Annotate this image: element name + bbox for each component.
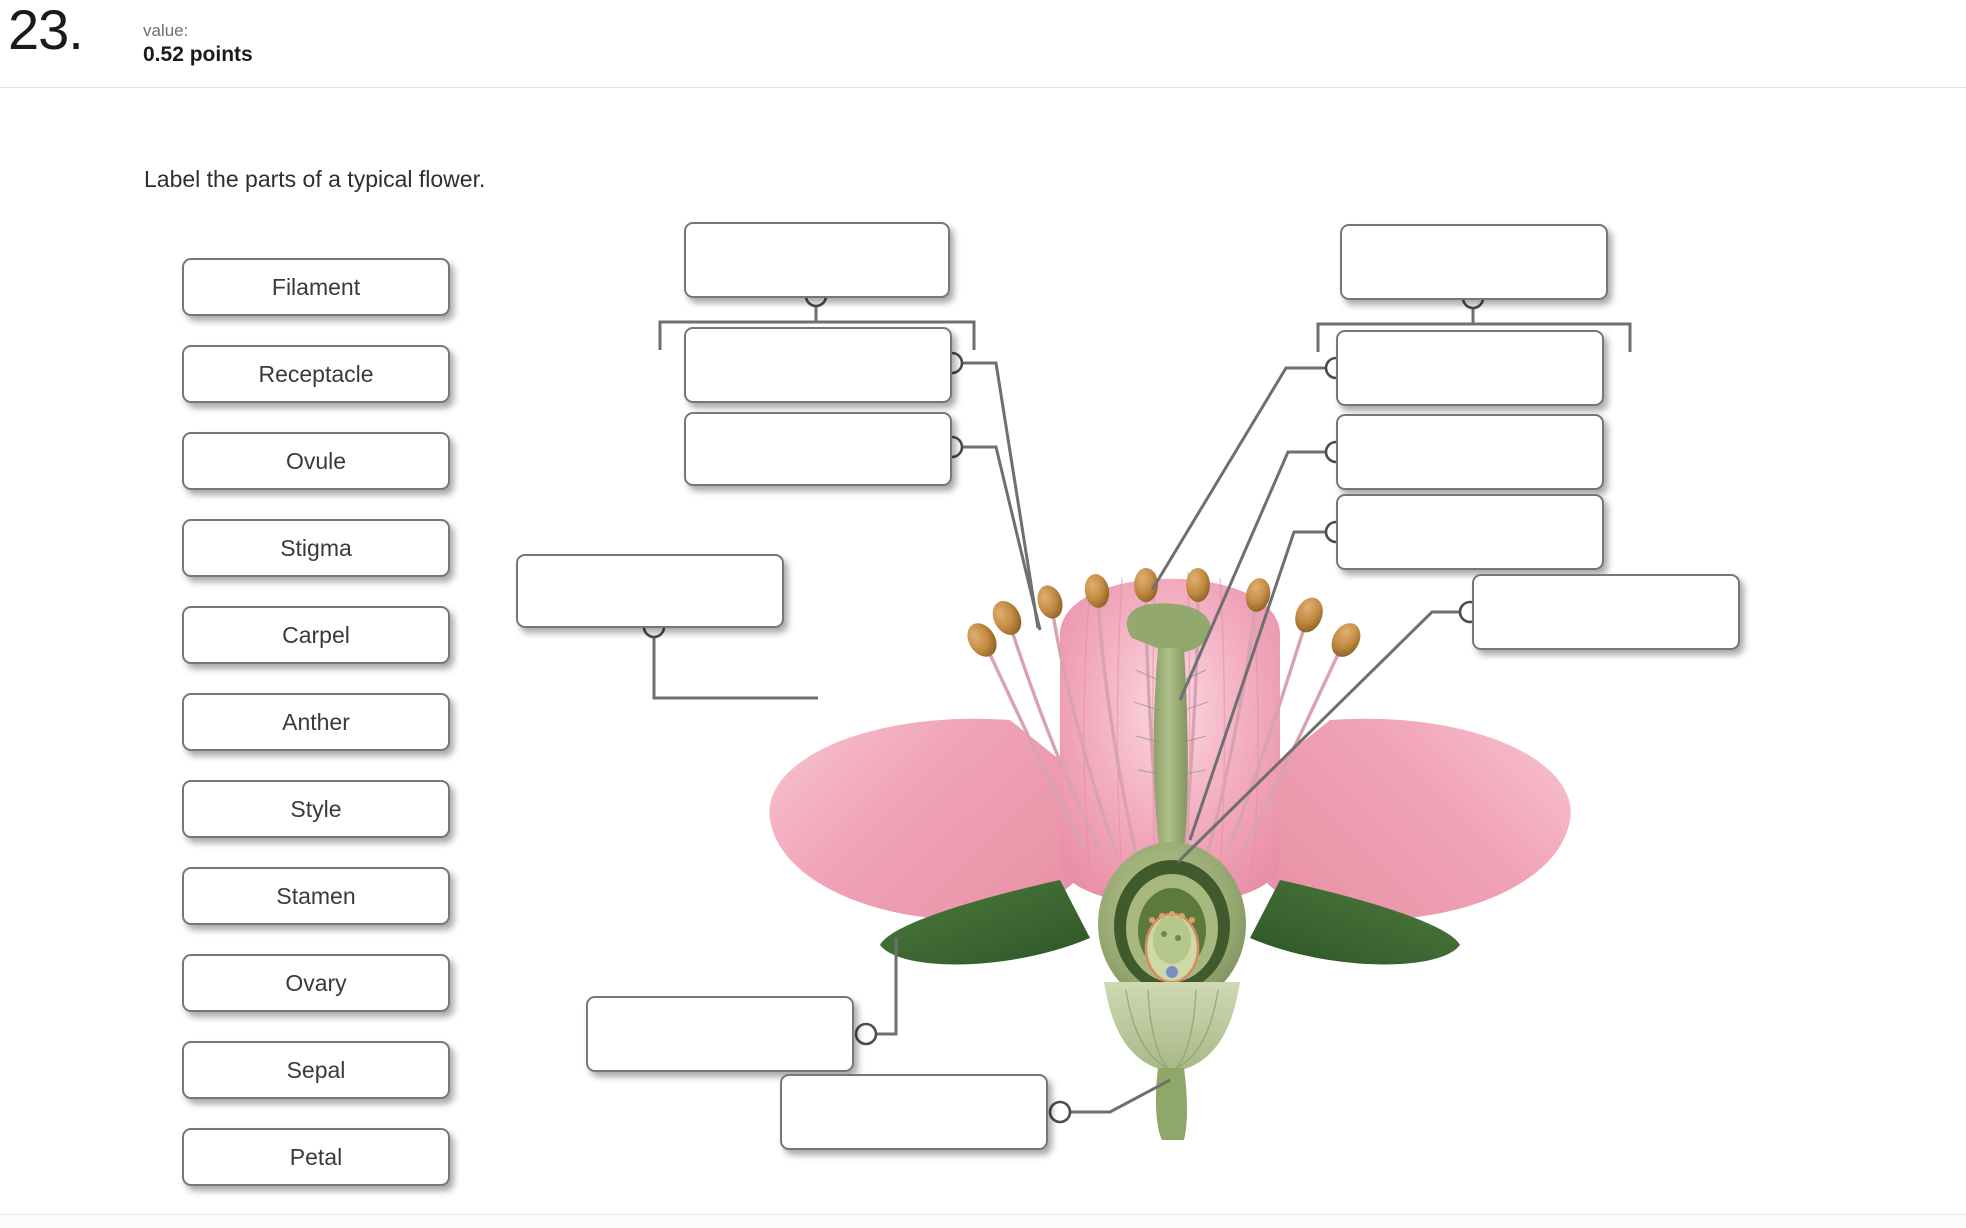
bank-item-style[interactable]: Style xyxy=(182,780,450,838)
bank-item-label: Receptacle xyxy=(258,360,374,387)
bank-item-label: Petal xyxy=(289,1143,343,1170)
value-points: 0.52 points xyxy=(143,43,253,67)
bank-item-label: Anther xyxy=(282,708,350,735)
bank-item-ovule[interactable]: Ovule xyxy=(182,432,450,490)
bank-item-petal[interactable]: Petal xyxy=(182,1128,450,1186)
bank-item-anther[interactable]: Anther xyxy=(182,693,450,751)
bank-item-stigma[interactable]: Stigma xyxy=(182,519,450,577)
footer-strip xyxy=(0,1214,1966,1228)
flower-illustration xyxy=(760,520,1580,1140)
question-header: 23. value: 0.52 points xyxy=(0,0,1966,88)
bank-item-label: Filament xyxy=(271,273,361,300)
bank-item-receptacle[interactable]: Receptacle xyxy=(182,345,450,403)
drop-target-left-petal[interactable] xyxy=(516,554,784,628)
drop-target-left-group-title[interactable] xyxy=(684,222,950,298)
bank-item-label: Ovary xyxy=(285,969,347,996)
bank-item-label: Carpel xyxy=(282,621,350,648)
drop-target-right-lower[interactable] xyxy=(1336,494,1604,570)
drop-target-bottom-center[interactable] xyxy=(780,1074,1048,1150)
page-title: Label the parts of a typical flower. xyxy=(144,166,486,192)
drop-target-right-middle[interactable] xyxy=(1336,414,1604,490)
bank-item-carpel[interactable]: Carpel xyxy=(182,606,450,664)
bank-item-label: Stamen xyxy=(276,882,356,909)
bank-item-label: Sepal xyxy=(286,1056,346,1083)
bank-item-label: Style xyxy=(290,795,342,822)
bank-item-ovary[interactable]: Ovary xyxy=(182,954,450,1012)
drop-target-far-right[interactable] xyxy=(1472,574,1740,650)
bank-item-sepal[interactable]: Sepal xyxy=(182,1041,450,1099)
drop-target-bottom-left[interactable] xyxy=(586,996,854,1072)
value-label: value: xyxy=(143,21,189,40)
question-number: 23. xyxy=(8,0,84,61)
question-value-block: value: 0.52 points xyxy=(143,20,253,70)
drop-target-left-lower[interactable] xyxy=(684,412,952,486)
drop-target-right-group-title[interactable] xyxy=(1340,224,1608,300)
drop-target-right-upper[interactable] xyxy=(1336,330,1604,406)
bank-item-label: Ovule xyxy=(285,447,347,474)
bank-item-stamen[interactable]: Stamen xyxy=(182,867,450,925)
bank-item-filament[interactable]: Filament xyxy=(182,258,450,316)
drop-target-left-upper[interactable] xyxy=(684,327,952,403)
bank-item-label: Stigma xyxy=(280,534,352,561)
